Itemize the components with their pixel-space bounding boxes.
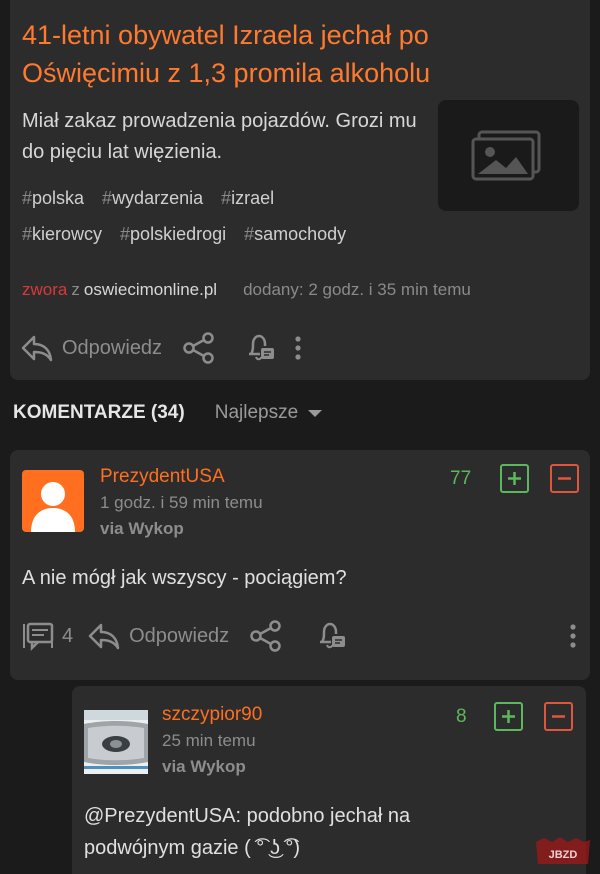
sort-dropdown[interactable]: Najlepsze <box>214 402 323 424</box>
article-author[interactable]: zwora <box>22 280 67 300</box>
share-icon[interactable] <box>182 332 216 364</box>
plus-icon <box>508 472 521 485</box>
comment-time: 1 godz. i 59 min temu <box>100 493 263 512</box>
reply-button[interactable]: Odpowiedz <box>62 337 162 360</box>
tag-row: #kierowcy #polskiedrogi #samochody <box>22 216 422 252</box>
upvote-button[interactable] <box>494 702 523 731</box>
page: 41-letni obywatel Izraela jechał po Oświ… <box>0 0 600 874</box>
source-from: z <box>71 280 80 299</box>
comments-icon[interactable] <box>20 621 56 651</box>
minus-icon <box>552 715 565 718</box>
comment-meta: 25 min temu via Wykop <box>162 728 256 780</box>
reply-icon[interactable] <box>87 621 121 651</box>
more-options-icon[interactable] <box>294 334 302 362</box>
user-photo-icon <box>84 710 148 774</box>
comment-actions: 4 Odpowiedz <box>20 618 347 654</box>
source-site-link[interactable]: oswiecimonline.pl <box>84 280 217 300</box>
comments-title: KOMENTARZE (34) <box>13 402 185 423</box>
reply-comment: szczypior90 25 min temu via Wykop 8 @Pre… <box>72 686 586 874</box>
downvote-button[interactable] <box>544 702 573 731</box>
article-source: zwora z oswiecimonline.pl dodany: 2 godz… <box>22 280 471 300</box>
avatar[interactable] <box>84 710 148 774</box>
tag[interactable]: #izrael <box>221 188 274 209</box>
jbzd-watermark-logo: JBZD <box>534 834 592 868</box>
comment-via: via Wykop <box>162 757 246 776</box>
vote-score: 8 <box>456 706 467 727</box>
reply-icon[interactable] <box>20 333 54 363</box>
comment-via: via Wykop <box>100 519 184 538</box>
replies-count[interactable]: 4 <box>62 625 73 648</box>
vote-score: 77 <box>450 468 472 489</box>
plus-icon <box>502 710 515 723</box>
chevron-down-icon <box>308 409 323 417</box>
avatar[interactable] <box>22 470 84 532</box>
comments-header: KOMENTARZE (34) Najlepsze <box>13 402 323 424</box>
reply-button[interactable]: Odpowiedz <box>129 625 229 648</box>
minus-icon <box>558 477 571 480</box>
sort-label: Najlepsze <box>214 402 299 423</box>
svg-text:JBZD: JBZD <box>549 849 578 861</box>
added-time: dodany: 2 godz. i 35 min temu <box>243 280 471 299</box>
downvote-button[interactable] <box>550 464 579 493</box>
comment-username[interactable]: szczypior90 <box>162 704 262 726</box>
article-title[interactable]: 41-letni obywatel Izraela jechał po Oświ… <box>22 16 542 92</box>
tag[interactable]: #samochody <box>244 224 346 245</box>
comment: PrezydentUSA 1 godz. i 59 min temu via W… <box>10 450 590 680</box>
article-actions: Odpowiedz <box>20 330 302 366</box>
tag[interactable]: #wydarzenia <box>102 188 203 209</box>
tag-row: #polska #wydarzenia #izrael <box>22 180 422 216</box>
notification-bell-icon[interactable] <box>315 620 347 652</box>
upvote-button[interactable] <box>500 464 529 493</box>
tag-list: #polska #wydarzenia #izrael #kierowcy #p… <box>22 180 422 252</box>
tag[interactable]: #polska <box>22 188 84 209</box>
tag[interactable]: #polskiedrogi <box>120 224 226 245</box>
comment-meta: 1 godz. i 59 min temu via Wykop <box>100 490 263 542</box>
image-placeholder-icon <box>471 130 540 180</box>
comment-text: A nie mógł jak wszyscy - pociągiem? <box>22 567 347 589</box>
article-description: Miał zakaz prowadzenia pojazdów. Grozi m… <box>22 110 417 163</box>
article-thumbnail[interactable] <box>438 100 579 211</box>
comment-text: @PrezydentUSA: podobno jechał na podwójn… <box>84 805 411 859</box>
notification-bell-icon[interactable] <box>244 332 276 364</box>
default-user-icon <box>31 482 75 532</box>
article-card: 41-letni obywatel Izraela jechał po Oświ… <box>10 0 590 380</box>
tag[interactable]: #kierowcy <box>22 224 102 245</box>
comment-username[interactable]: PrezydentUSA <box>100 466 225 488</box>
comment-time: 25 min temu <box>162 731 256 750</box>
more-options-icon[interactable] <box>569 622 577 655</box>
share-icon[interactable] <box>249 620 283 652</box>
